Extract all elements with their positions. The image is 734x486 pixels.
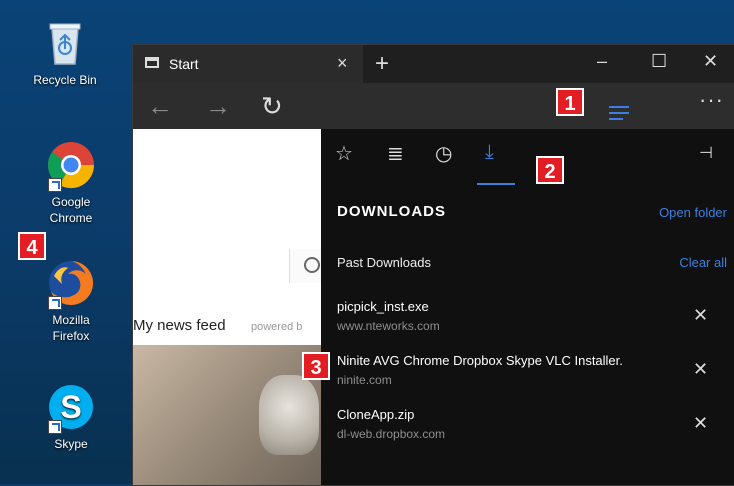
new-tab-button[interactable]: + [375,50,389,78]
remove-download-button[interactable]: ✕ [693,359,708,380]
desktop-icon-label: Mozilla Firefox [52,313,90,343]
history-tab[interactable]: ◷ [435,141,452,166]
chrome-icon [46,140,96,192]
callout-2: 2 [536,156,564,184]
edge-browser-window: Start × + – ☐ ✕ ← → ↻ ··· My news feed p… [132,44,734,486]
callout-4: 4 [18,232,46,260]
star-icon: ☆ [335,143,353,165]
desktop-icon-skype[interactable]: S Skype [28,382,114,452]
shortcut-arrow-icon [48,178,62,192]
open-folder-link[interactable]: Open folder [659,205,727,220]
title-bar: Start × + – ☐ ✕ [133,45,734,83]
callout-1: 1 [556,88,584,116]
reading-list-icon: ≣ [387,143,404,165]
hub-button[interactable] [595,97,643,131]
downloads-heading: DOWNLOADS [337,203,446,220]
tab-close-icon[interactable]: × [337,53,348,74]
download-item[interactable]: CloneApp.zip dl-web.dropbox.com ✕ [337,407,717,453]
clear-all-link[interactable]: Clear all [679,255,727,270]
desktop-icon-label: Skype [54,437,88,451]
active-tab-indicator [477,183,515,185]
remove-download-button[interactable]: ✕ [693,413,708,434]
back-button[interactable]: ← [147,91,173,122]
download-source: www.nteworks.com [337,319,440,333]
recycle-bin-icon [40,18,90,68]
skype-icon: S [46,382,96,434]
favorites-tab[interactable]: ☆ [335,141,353,166]
navigation-toolbar: ← → ↻ [133,83,734,129]
more-actions-button[interactable]: ··· [699,87,724,113]
firefox-icon [46,258,96,310]
close-window-button[interactable]: ✕ [703,51,718,72]
tab-page-icon [145,57,159,68]
reading-list-tab[interactable]: ≣ [387,141,404,166]
desktop-icon-label: Google Chrome [49,195,93,225]
desktop-icon-recycle-bin[interactable]: Recycle Bin [22,18,108,88]
minimize-button[interactable]: – [597,51,607,72]
remove-download-button[interactable]: ✕ [693,305,708,326]
svg-text:S: S [60,389,81,425]
maximize-button[interactable]: ☐ [651,51,667,72]
powered-by-text: powered b [251,321,303,333]
desktop-icon-mozilla-firefox[interactable]: Mozilla Firefox [28,258,114,344]
download-item[interactable]: picpick_inst.exe www.nteworks.com ✕ [337,299,717,345]
desktop-icon-google-chrome[interactable]: Google Chrome [28,140,114,226]
download-icon: ⤓ [485,141,494,163]
pin-icon[interactable]: ⊣ [699,143,713,163]
hub-panel: ☆ ≣ ◷ ⤓ ⊣ DOWNLOADS Open folder Past Dow… [321,129,734,485]
download-filename: picpick_inst.exe [337,299,429,314]
news-feed-heading: My news feed [133,317,226,334]
shortcut-arrow-icon [48,420,62,434]
shortcut-arrow-icon [48,296,62,310]
page-content: My news feed powered b [133,129,321,485]
download-filename: Ninite AVG Chrome Dropbox Skype VLC Inst… [337,353,623,368]
download-source: ninite.com [337,373,392,387]
past-downloads-label: Past Downloads [337,255,431,270]
download-source: dl-web.dropbox.com [337,427,446,441]
download-item[interactable]: Ninite AVG Chrome Dropbox Skype VLC Inst… [337,353,717,399]
page-search-box[interactable] [289,249,321,283]
history-icon: ◷ [435,143,453,165]
search-icon [304,257,320,273]
tab-start[interactable]: Start × [133,45,363,83]
desktop-icon-label: Recycle Bin [33,73,97,87]
news-photo-subject [259,375,319,455]
downloads-tab[interactable]: ⤓ [485,141,494,164]
tab-title: Start [169,56,199,72]
news-photo[interactable] [133,345,321,485]
forward-button[interactable]: → [205,91,231,122]
download-filename: CloneApp.zip [337,407,415,422]
refresh-button[interactable]: ↻ [261,91,283,122]
callout-3: 3 [302,352,330,380]
